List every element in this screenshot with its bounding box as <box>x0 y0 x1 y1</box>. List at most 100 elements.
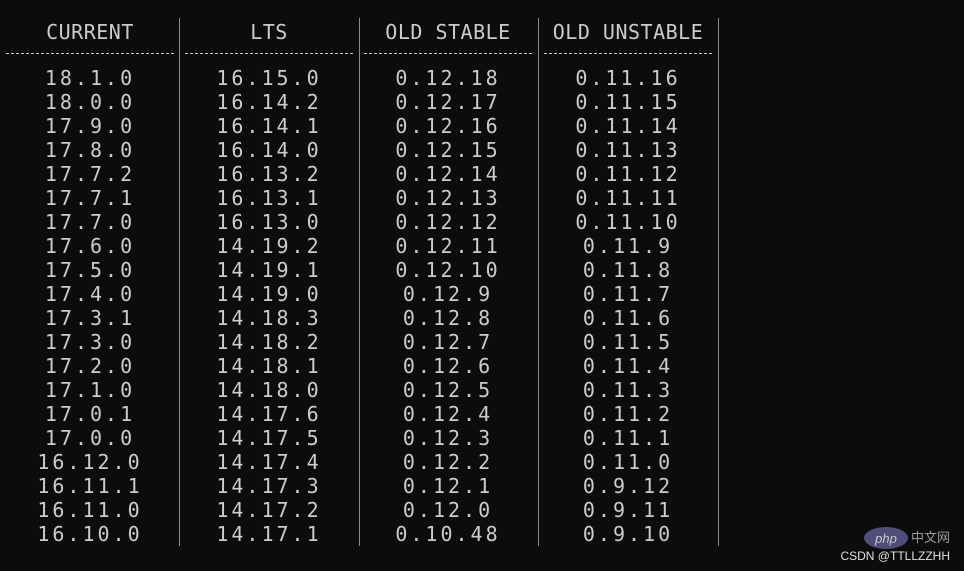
watermark-site-text: 中文网 <box>910 531 950 546</box>
version-cell: 0.12.16 <box>395 114 501 138</box>
version-cell: 17.7.0 <box>44 210 136 234</box>
watermark-credit: CSDN @TTLLZZHH <box>840 549 950 563</box>
version-cell: 17.7.2 <box>44 162 136 186</box>
version-cell: 0.12.3 <box>402 426 494 450</box>
version-cell: 0.9.12 <box>582 474 674 498</box>
version-cell: 17.0.0 <box>44 426 136 450</box>
version-cell: 0.12.5 <box>402 378 494 402</box>
version-cell: 17.4.0 <box>44 282 136 306</box>
version-cell: 16.14.2 <box>216 90 322 114</box>
version-cell: 0.11.14 <box>575 114 681 138</box>
version-cell: 16.12.0 <box>37 450 143 474</box>
version-cell: 16.13.1 <box>216 186 322 210</box>
version-cell: 0.11.13 <box>575 138 681 162</box>
version-cell: 0.11.4 <box>582 354 674 378</box>
version-cell: 0.12.1 <box>402 474 494 498</box>
version-cell: 0.11.15 <box>575 90 681 114</box>
version-cell: 17.0.1 <box>44 402 136 426</box>
column-lts: LTS 16.15.0 16.14.2 16.14.1 16.14.0 16.13.2 1… <box>184 20 354 546</box>
column-header-current: CURRENT <box>46 20 134 44</box>
version-cell: 14.17.2 <box>216 498 322 522</box>
version-cell: 0.11.3 <box>582 378 674 402</box>
version-cell: 17.3.1 <box>44 306 136 330</box>
version-cell: 17.9.0 <box>44 114 136 138</box>
version-cell: 0.11.0 <box>582 450 674 474</box>
version-cell: 17.6.0 <box>44 234 136 258</box>
version-cell: 16.13.0 <box>216 210 322 234</box>
version-cell: 17.1.0 <box>44 378 136 402</box>
column-separator <box>538 18 539 546</box>
version-cell: 0.12.8 <box>402 306 494 330</box>
version-cell: 0.11.8 <box>582 258 674 282</box>
header-underline <box>185 53 353 55</box>
version-cell: 0.12.2 <box>402 450 494 474</box>
column-current: CURRENT 18.1.0 18.0.0 17.9.0 17.8.0 17.7.2 17… <box>5 20 175 546</box>
version-cell: 0.12.11 <box>395 234 501 258</box>
version-cell: 17.2.0 <box>44 354 136 378</box>
version-cell: 14.19.2 <box>216 234 322 258</box>
version-cell: 0.12.14 <box>395 162 501 186</box>
column-header-old-stable: OLD STABLE <box>385 20 511 44</box>
version-list-old-unstable: 0.11.16 0.11.15 0.11.14 0.11.13 0.11.12 0.11.… <box>575 66 680 546</box>
version-cell: 0.9.11 <box>582 498 674 522</box>
version-list-current: 18.1.0 18.0.0 17.9.0 17.8.0 17.7.2 17.7.1 17.7… <box>37 66 142 546</box>
version-cell: 0.12.4 <box>402 402 494 426</box>
version-cell: 0.11.5 <box>582 330 674 354</box>
column-separator <box>179 18 180 546</box>
version-cell: 0.12.17 <box>395 90 501 114</box>
php-logo-icon: php <box>864 527 908 549</box>
version-cell: 14.17.4 <box>216 450 322 474</box>
version-cell: 16.15.0 <box>216 66 322 90</box>
version-cell: 14.17.3 <box>216 474 322 498</box>
version-cell: 0.12.13 <box>395 186 501 210</box>
version-cell: 17.5.0 <box>44 258 136 282</box>
version-cell: 0.12.0 <box>402 498 494 522</box>
version-cell: 0.12.7 <box>402 330 494 354</box>
version-cell: 0.11.2 <box>582 402 674 426</box>
version-cell: 0.12.10 <box>395 258 501 282</box>
column-header-old-unstable: OLD UNSTABLE <box>552 20 704 44</box>
version-cell: 17.3.0 <box>44 330 136 354</box>
version-cell: 0.12.12 <box>395 210 501 234</box>
header-underline <box>364 53 532 55</box>
column-separator <box>359 18 360 546</box>
version-cell: 18.0.0 <box>44 90 136 114</box>
column-old-unstable: OLD UNSTABLE 0.11.16 0.11.15 0.11.14 0.11.1… <box>543 20 713 546</box>
version-cell: 14.17.6 <box>216 402 322 426</box>
header-underline <box>544 53 712 55</box>
version-cell: 0.11.16 <box>575 66 681 90</box>
version-cell: 14.17.5 <box>216 426 322 450</box>
column-old-stable: OLD STABLE 0.12.18 0.12.17 0.12.16 0.12.15 0… <box>363 20 533 546</box>
version-cell: 16.14.0 <box>216 138 322 162</box>
version-cell: 16.10.0 <box>37 522 143 546</box>
version-cell: 17.8.0 <box>44 138 136 162</box>
version-cell: 0.10.48 <box>395 522 501 546</box>
version-cell: 14.18.1 <box>216 354 322 378</box>
version-cell: 14.19.1 <box>216 258 322 282</box>
version-cell: 0.11.10 <box>575 210 681 234</box>
version-cell: 0.11.1 <box>582 426 674 450</box>
terminal-window: CURRENT 18.1.0 18.0.0 17.9.0 17.8.0 17.7.2 17… <box>0 0 964 571</box>
version-cell: 16.14.1 <box>216 114 322 138</box>
version-cell: 0.12.18 <box>395 66 501 90</box>
version-cell: 14.18.3 <box>216 306 322 330</box>
version-cell: 0.11.12 <box>575 162 681 186</box>
version-cell: 0.11.11 <box>575 186 681 210</box>
column-separator <box>718 18 719 546</box>
version-cell: 14.18.0 <box>216 378 322 402</box>
version-cell: 16.11.0 <box>37 498 143 522</box>
version-list-old-stable: 0.12.18 0.12.17 0.12.16 0.12.15 0.12.14 0.12.… <box>395 66 500 546</box>
version-cell: 16.11.1 <box>37 474 143 498</box>
version-cell: 0.12.9 <box>402 282 494 306</box>
version-cell: 14.18.2 <box>216 330 322 354</box>
version-cell: 0.11.7 <box>582 282 674 306</box>
version-cell: 14.17.1 <box>216 522 322 546</box>
version-cell: 0.11.6 <box>582 306 674 330</box>
version-cell: 18.1.0 <box>44 66 136 90</box>
column-header-lts: LTS <box>250 20 288 44</box>
header-underline <box>6 53 174 55</box>
version-cell: 14.19.0 <box>216 282 322 306</box>
version-list-lts: 16.15.0 16.14.2 16.14.1 16.14.0 16.13.2 16.13… <box>216 66 321 546</box>
version-cell: 0.12.15 <box>395 138 501 162</box>
version-cell: 16.13.2 <box>216 162 322 186</box>
